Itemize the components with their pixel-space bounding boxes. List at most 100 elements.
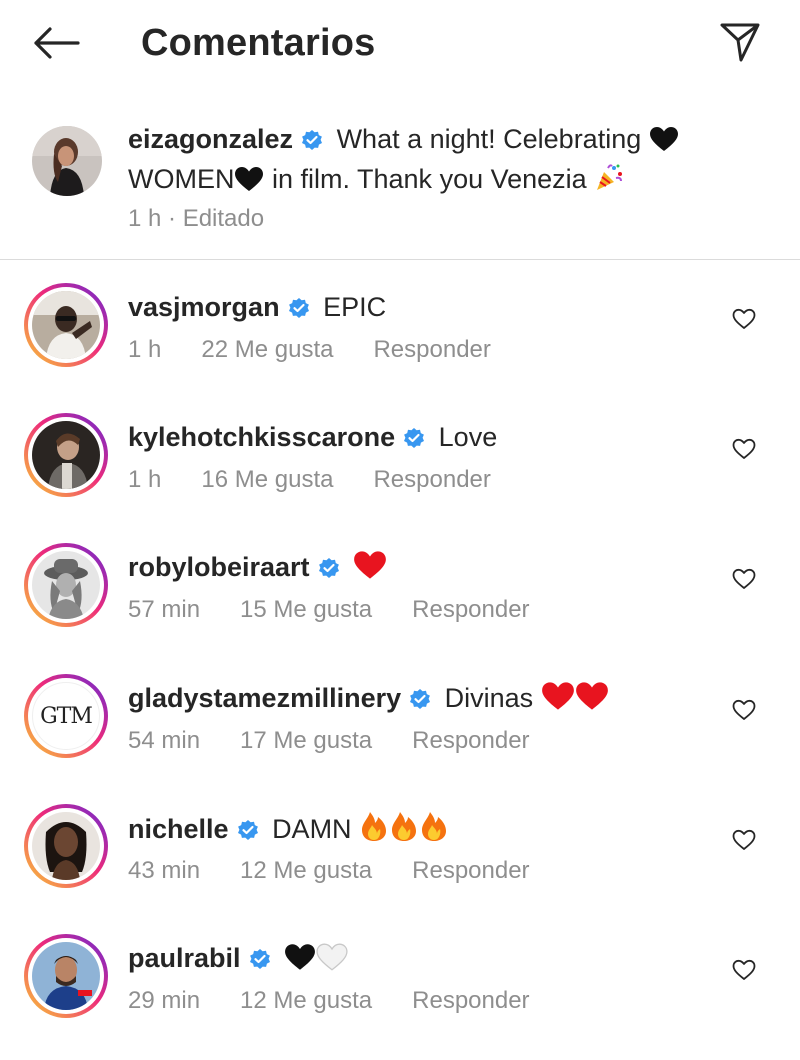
avatar[interactable] <box>24 413 108 497</box>
like-button[interactable] <box>728 303 760 335</box>
comment-username[interactable]: vasjmorgan <box>128 292 280 322</box>
comment-likes[interactable]: 12 Me gusta <box>240 987 372 1015</box>
comment-body: DAMN <box>272 814 352 844</box>
verified-badge-icon <box>237 814 259 850</box>
comment-username[interactable]: nichelle <box>128 814 229 844</box>
comment-meta: 57 min 15 Me gusta Responder <box>128 596 530 624</box>
verified-badge-icon <box>249 943 271 979</box>
comment-time: 1 h <box>128 336 162 363</box>
caption-username[interactable]: eizagonzalez <box>128 124 293 154</box>
comment-item: paulrabil 29 min 12 Me gusta Responder <box>0 934 800 1060</box>
like-heart-icon <box>732 959 756 980</box>
comment-username[interactable]: kylehotchkisscarone <box>128 422 395 452</box>
avatar-photo <box>32 421 100 489</box>
comment-username[interactable]: robylobeiraart <box>128 552 310 582</box>
like-button[interactable] <box>728 694 760 726</box>
like-button[interactable] <box>728 563 760 595</box>
page-title: Comentarios <box>141 22 376 64</box>
red-heart-icon <box>353 550 387 589</box>
avatar[interactable] <box>24 543 108 627</box>
like-heart-icon <box>732 829 756 850</box>
like-heart-icon <box>732 438 756 459</box>
black-heart-icon <box>284 943 316 980</box>
avatar[interactable] <box>32 126 102 196</box>
divider <box>0 259 800 260</box>
edited-label: Editado <box>182 205 265 232</box>
meta-separator: · <box>161 205 183 232</box>
comment-text: kylehotchkisscarone Love <box>128 419 497 458</box>
reply-button[interactable]: Responder <box>412 987 529 1015</box>
send-icon <box>720 23 760 62</box>
comment-time: 1 h <box>128 466 162 493</box>
red-heart-icon <box>575 681 609 720</box>
reply-button[interactable]: Responder <box>412 727 529 755</box>
comment-likes[interactable]: 16 Me gusta <box>201 466 333 494</box>
comment-meta: 1 h 16 Me gusta Responder <box>128 466 491 494</box>
back-arrow-icon <box>34 27 80 59</box>
comment-body: Love <box>438 422 498 452</box>
avatar-photo <box>32 812 100 880</box>
like-heart-icon <box>732 308 756 329</box>
brand-logo: GTM <box>40 703 93 729</box>
comment-likes[interactable]: 12 Me gusta <box>240 857 372 885</box>
comment-text: vasjmorgan EPIC <box>128 289 386 328</box>
caption-meta: 1 h · Editado <box>128 205 264 233</box>
verified-badge-icon <box>409 683 431 719</box>
like-button[interactable] <box>728 954 760 986</box>
comment-item: robylobeiraart 57 min 15 Me gusta Respon… <box>0 543 800 673</box>
avatar-photo <box>32 942 100 1010</box>
caption-time: 1 h <box>128 205 162 232</box>
comment-text: nichelle DAMN <box>128 810 449 851</box>
comment-likes[interactable]: 22 Me gusta <box>201 336 333 364</box>
comment-likes[interactable]: 17 Me gusta <box>240 727 372 755</box>
avatar[interactable]: GTM <box>24 674 108 758</box>
comment-item: GTM gladystamezmillinery Divinas 54 min … <box>0 674 800 804</box>
post-caption: eizagonzalez What a night! Celebrating W… <box>0 118 800 258</box>
reply-button[interactable]: Responder <box>412 596 529 624</box>
comment-time: 54 min <box>128 727 201 754</box>
comment-item: nichelle DAMN 43 min 12 Me gusta Respond… <box>0 804 800 934</box>
comment-body: EPIC <box>323 292 387 322</box>
comment-time: 29 min <box>128 987 201 1014</box>
comment-meta: 1 h 22 Me gusta Responder <box>128 336 491 364</box>
avatar-photo <box>32 551 100 619</box>
caption-text: eizagonzalez What a night! Celebrating W… <box>128 121 748 201</box>
reply-button[interactable]: Responder <box>373 336 490 364</box>
comment-username[interactable]: gladystamezmillinery <box>128 683 401 713</box>
comment-time: 43 min <box>128 857 201 884</box>
black-heart-icon <box>649 125 679 161</box>
caption-line-2a: WOMEN <box>128 164 235 194</box>
comment-username[interactable]: paulrabil <box>128 943 241 973</box>
like-button[interactable] <box>728 824 760 856</box>
comment-item: vasjmorgan EPIC 1 h 22 Me gusta Responde… <box>0 283 800 413</box>
comment-meta: 54 min 17 Me gusta Responder <box>128 727 530 755</box>
verified-badge-icon <box>403 422 425 458</box>
like-button[interactable] <box>728 433 760 465</box>
like-heart-icon <box>732 568 756 589</box>
like-heart-icon <box>732 699 756 720</box>
white-heart-icon <box>316 943 348 980</box>
reply-button[interactable]: Responder <box>373 466 490 494</box>
avatar[interactable] <box>24 934 108 1018</box>
comment-likes[interactable]: 15 Me gusta <box>240 596 372 624</box>
comment-meta: 43 min 12 Me gusta Responder <box>128 857 530 885</box>
fire-icon <box>359 810 389 851</box>
avatar[interactable] <box>24 283 108 367</box>
reply-button[interactable]: Responder <box>412 857 529 885</box>
verified-badge-icon <box>301 124 323 160</box>
avatar-photo <box>32 291 100 359</box>
share-button[interactable] <box>712 14 768 70</box>
comment-text: robylobeiraart <box>128 549 387 589</box>
comment-text: paulrabil <box>128 940 348 980</box>
avatar-photo <box>32 126 102 196</box>
caption-line-1: What a night! Celebrating <box>336 124 642 154</box>
avatar[interactable] <box>24 804 108 888</box>
back-button[interactable] <box>28 18 84 68</box>
black-heart-icon <box>234 165 264 201</box>
verified-badge-icon <box>288 292 310 328</box>
caption-line-2b: in film. Thank you Venezia <box>272 164 587 194</box>
fire-icon <box>389 810 419 851</box>
comment-text: gladystamezmillinery Divinas <box>128 680 609 720</box>
red-heart-icon <box>541 681 575 720</box>
comment-item: kylehotchkisscarone Love 1 h 16 Me gusta… <box>0 413 800 543</box>
